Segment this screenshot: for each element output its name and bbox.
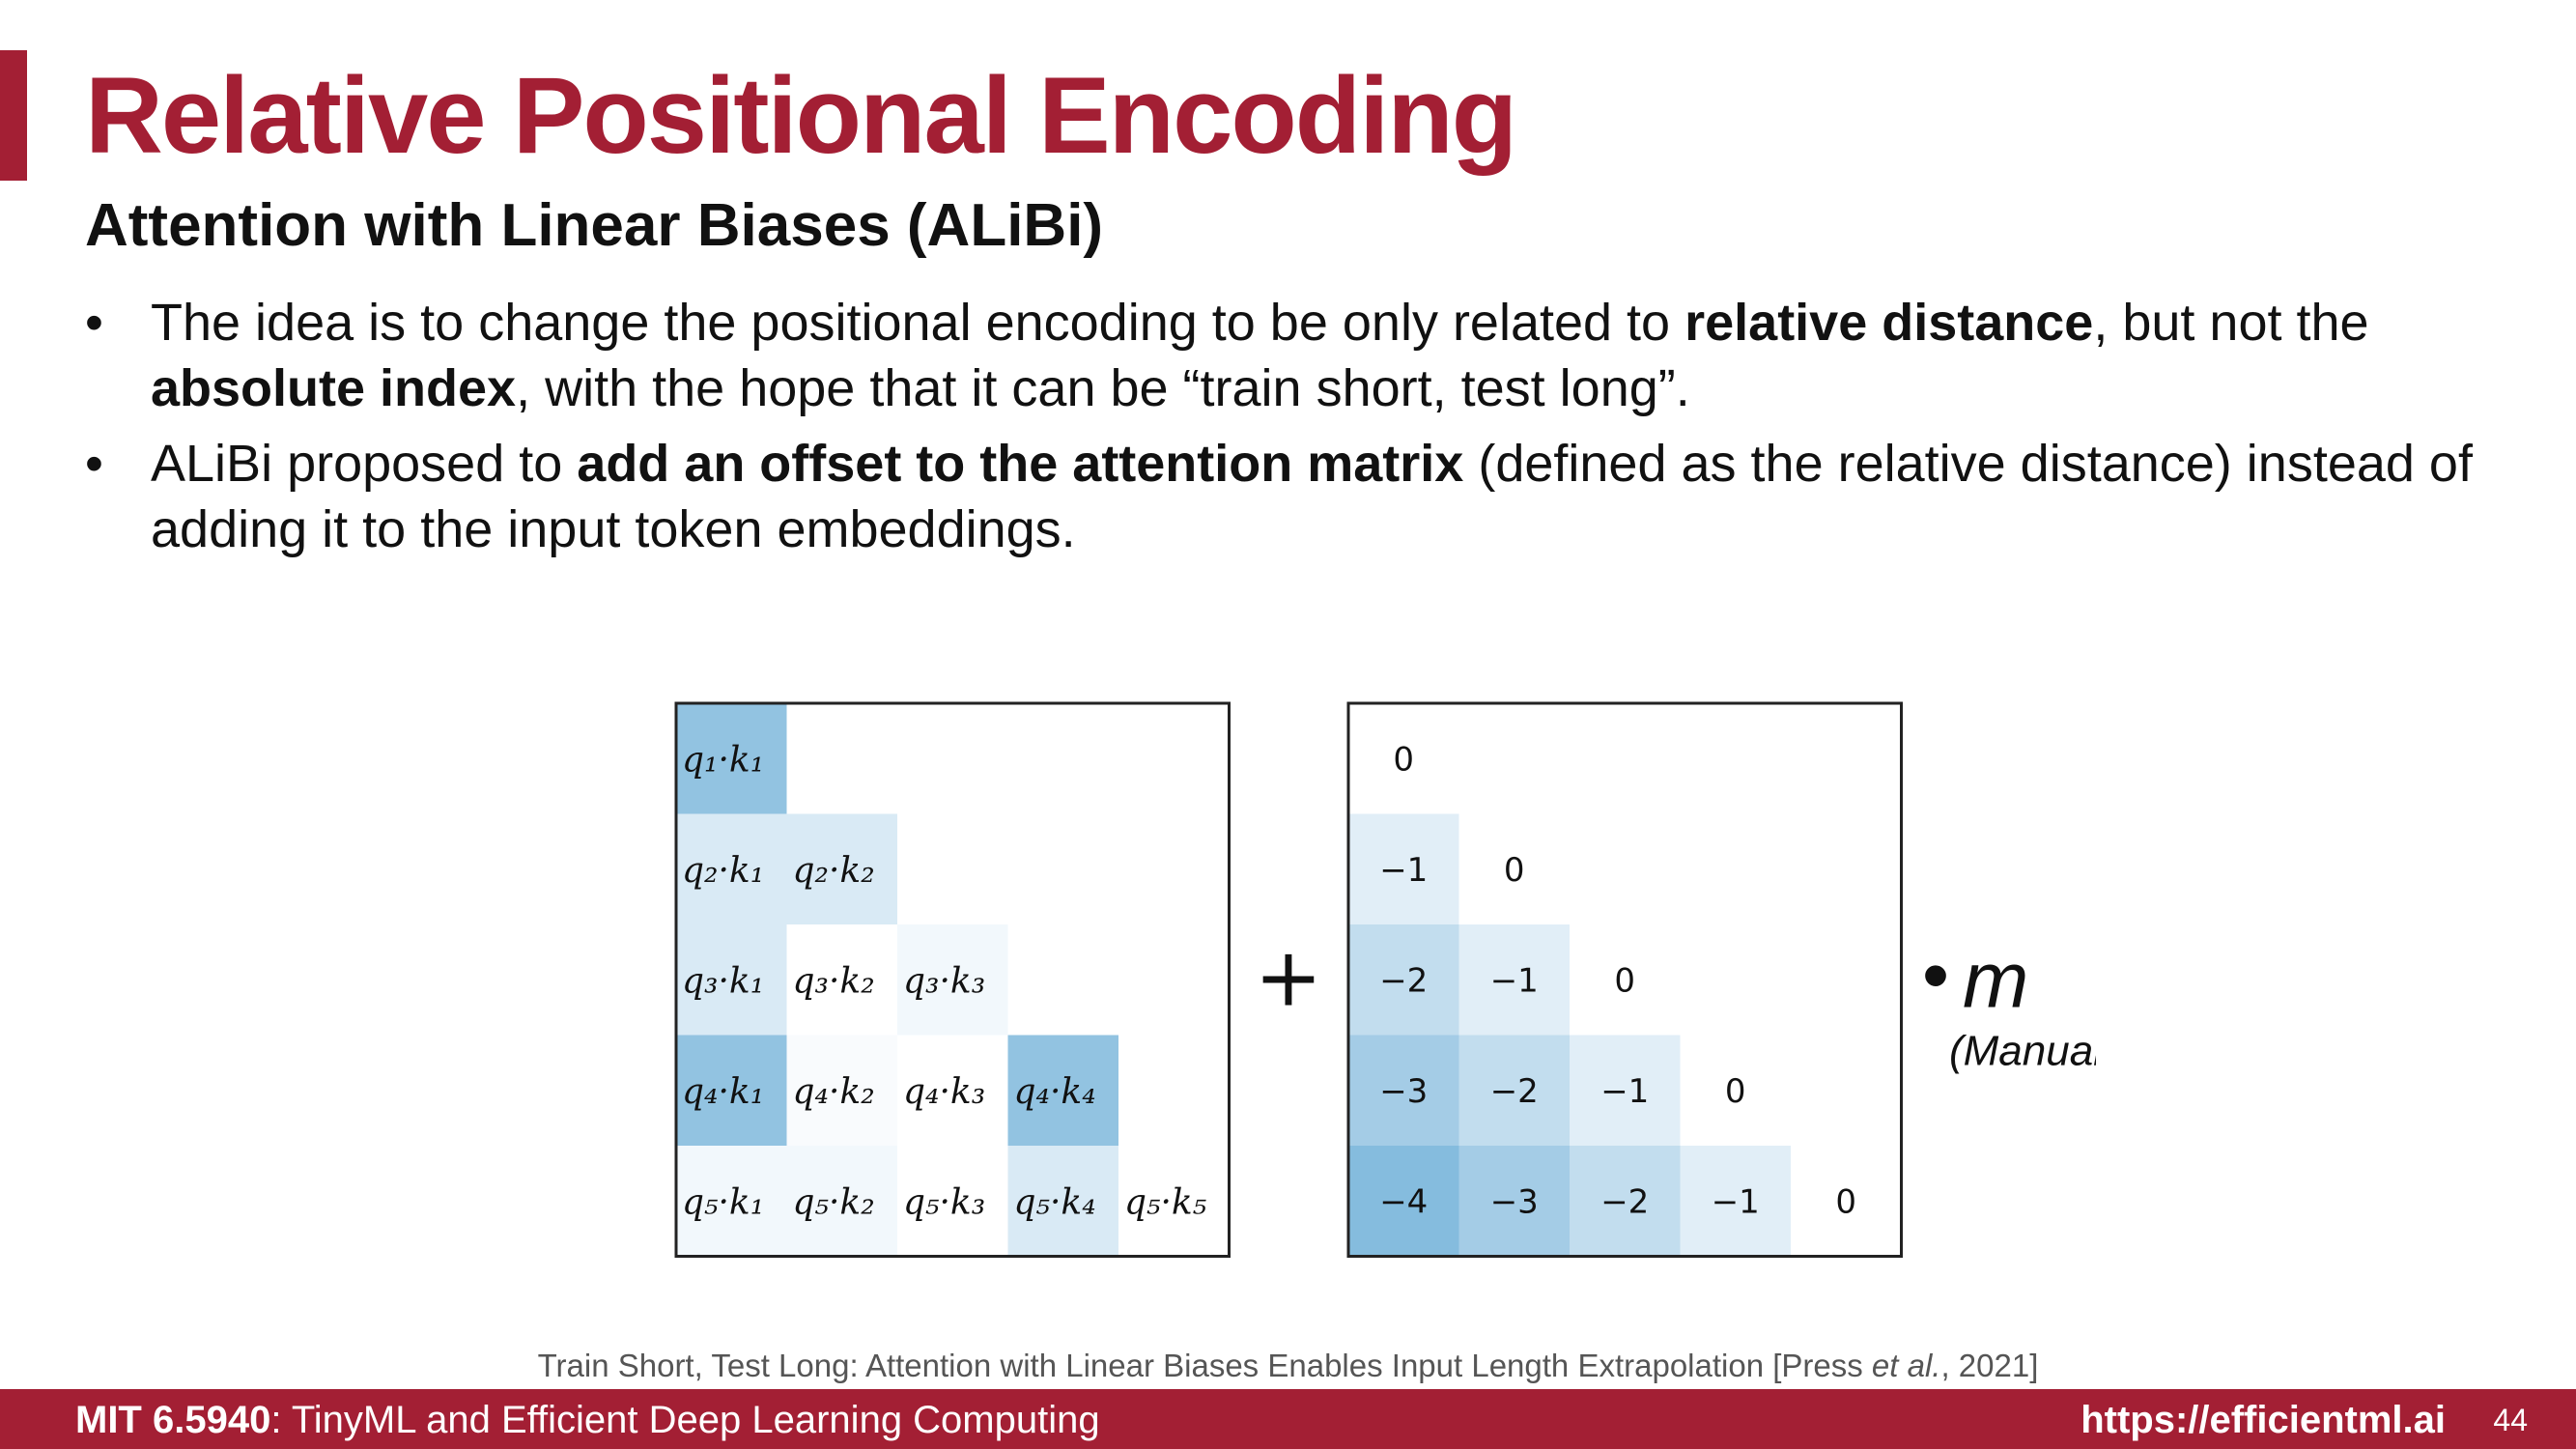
alibi-diagram: q₁·k₁ q₂·k₁ q₂·k₂ q₃·k₁ q₃·k₂ q₃·k₃ q₄·k₁ q₄·k₂…: [674, 701, 2096, 1258]
qk-cell-label: q₅·k₄: [1014, 1182, 1096, 1222]
qk-cell-label: q₄·k₁: [682, 1072, 764, 1112]
qk-cell-label: q₅·k₂: [793, 1182, 875, 1222]
qk-cell-label: q₂·k₁: [682, 851, 764, 891]
bias-cell-label: −3: [1379, 1072, 1428, 1111]
citation: Train Short, Test Long: Attention with L…: [0, 1348, 2576, 1384]
bullet-item: • The idea is to change the positional en…: [85, 290, 2519, 421]
footer-course-code: MIT 6.5940: [75, 1399, 271, 1441]
bias-cell-label: 0: [1504, 851, 1525, 890]
multiplier-note: (Manually set): [1949, 1028, 2096, 1075]
bullet-text: , with the hope that it can be “train sh…: [516, 359, 1690, 417]
bullet-text: , but not the: [2093, 294, 2369, 352]
qk-cell-label: q₂·k₂: [793, 851, 875, 891]
bullet-text: The idea is to change the positional enc…: [151, 294, 1685, 352]
bullet-item: • ALiBi proposed to add an offset to the …: [85, 431, 2519, 562]
bias-cell-label: 0: [1725, 1072, 1746, 1111]
alibi-figure: q₁·k₁ q₂·k₁ q₂·k₂ q₃·k₁ q₃·k₂ q₃·k₃ q₄·k₁ q₄·k₂…: [666, 697, 2096, 1267]
qk-cell-label: q₁·k₁: [682, 740, 764, 780]
multiplier-m: m: [1963, 936, 2028, 1024]
qk-cell-label: q₄·k₂: [793, 1072, 875, 1112]
bias-cell-label: −3: [1490, 1182, 1539, 1221]
bias-cell-label: −1: [1490, 961, 1539, 1000]
plus-sign: +: [1255, 929, 1322, 1024]
qk-cell-label: q₄·k₄: [1014, 1072, 1096, 1112]
bullet-emphasis: relative distance: [1684, 294, 2094, 352]
multiplier-bullet: •: [1922, 931, 1949, 1017]
bias-cell-label: 0: [1614, 961, 1635, 1000]
slide-title: Relative Positional Encoding: [85, 55, 1517, 176]
qk-cell-label: q₃·k₁: [682, 961, 764, 1001]
qk-cell-label: q₃·k₂: [793, 961, 875, 1001]
citation-text-before: Train Short, Test Long: Attention with L…: [537, 1348, 1872, 1383]
footer-course: MIT 6.5940: TinyML and Efficient Deep Le…: [75, 1399, 1100, 1442]
bullet-marker: •: [85, 294, 103, 352]
bias-cell-label: −1: [1379, 851, 1428, 890]
footer-url-link[interactable]: https://efficientml.ai: [2081, 1399, 2446, 1442]
bullet-emphasis: absolute index: [151, 359, 517, 417]
footer-page-number: 44: [2493, 1403, 2528, 1437]
qk-cell-label: q₅·k₅: [1124, 1182, 1206, 1222]
bias-cell-label: −2: [1490, 1072, 1539, 1111]
qk-cell-label: q₃·k₃: [903, 961, 985, 1001]
bullet-marker: •: [85, 435, 103, 493]
bullet-emphasis: add an offset to the attention matrix: [577, 435, 1464, 493]
qk-cell-label: q₅·k₃: [903, 1182, 985, 1222]
bias-cell-label: −4: [1379, 1182, 1428, 1221]
bullet-list: • The idea is to change the positional en…: [85, 290, 2519, 572]
slide-subtitle: Attention with Linear Biases (ALiBi): [85, 192, 1104, 259]
bias-cell-label: −2: [1379, 961, 1428, 1000]
bias-cell-label: −1: [1600, 1072, 1649, 1111]
bias-cell-label: −2: [1600, 1182, 1649, 1221]
citation-text-after: , 2021]: [1940, 1348, 2039, 1383]
bias-cell-label: 0: [1393, 740, 1414, 779]
qk-cell-label: q₅·k₁: [682, 1182, 764, 1222]
citation-et-al: et al.: [1871, 1348, 1941, 1383]
bias-cell-label: −1: [1712, 1182, 1760, 1221]
bias-cell-label: 0: [1835, 1182, 1856, 1221]
title-accent-bar: [0, 50, 27, 181]
footer-bar: MIT 6.5940: TinyML and Efficient Deep Le…: [0, 1389, 2576, 1449]
footer-course-name: : TinyML and Efficient Deep Learning Com…: [270, 1399, 1100, 1441]
qk-cell-label: q₄·k₃: [903, 1072, 985, 1112]
bullet-text: ALiBi proposed to: [151, 435, 578, 493]
